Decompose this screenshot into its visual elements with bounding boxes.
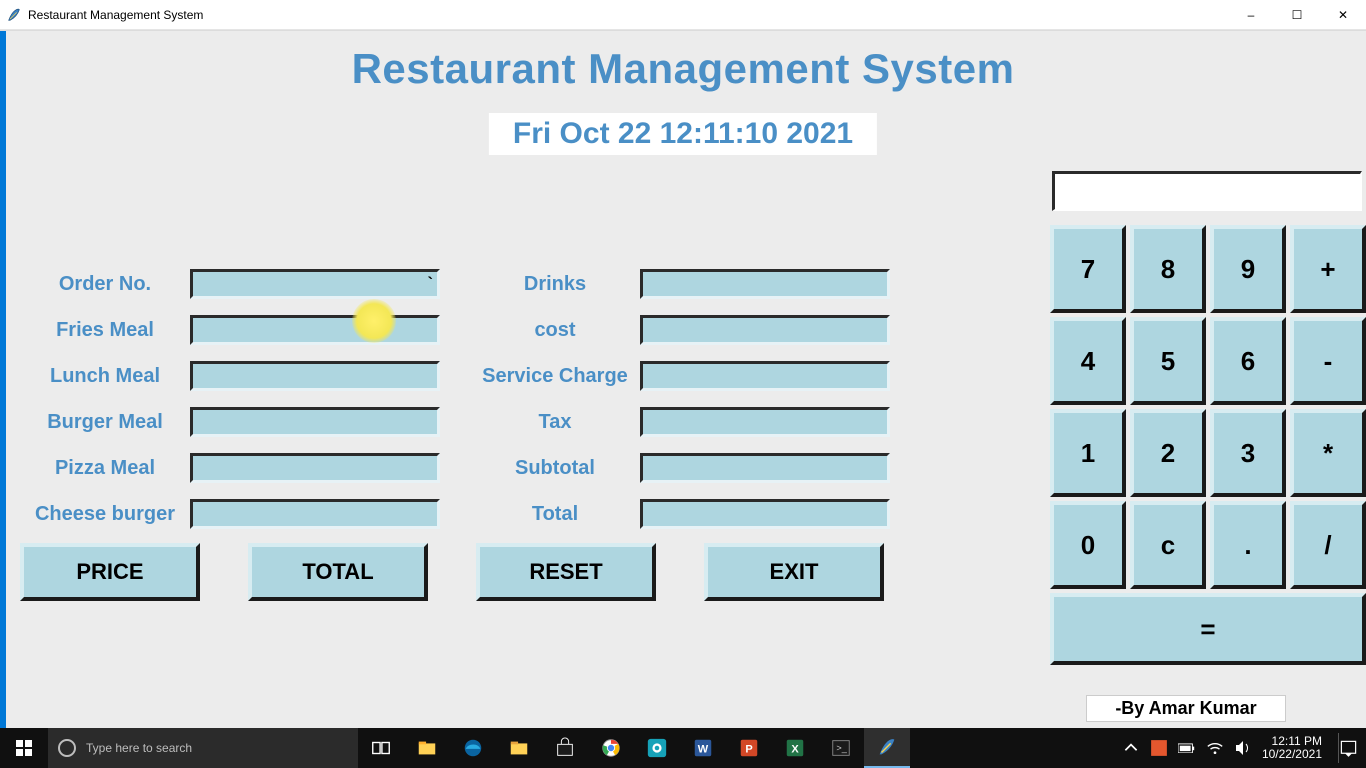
calc-button-5[interactable]: 5 (1130, 317, 1206, 405)
input-order-no[interactable] (193, 272, 437, 296)
exit-button[interactable]: EXIT (704, 543, 884, 601)
volume-icon[interactable] (1234, 739, 1252, 757)
datetime-text: Fri Oct 22 12:11:10 2021 (513, 117, 853, 151)
datetime-display: Fri Oct 22 12:11:10 2021 (489, 113, 877, 155)
word-icon[interactable]: W (680, 728, 726, 768)
label-subtotal: Subtotal (470, 457, 640, 480)
start-button[interactable] (0, 728, 48, 768)
taskbar-clock[interactable]: 12:11 PM 10/22/2021 (1262, 735, 1322, 761)
app-icon (6, 7, 22, 23)
input-subtotal[interactable] (643, 456, 887, 480)
input-service-charge[interactable] (643, 364, 887, 388)
input-drinks[interactable] (643, 272, 887, 296)
total-button[interactable]: TOTAL (248, 543, 428, 601)
reset-button[interactable]: RESET (476, 543, 656, 601)
svg-text:P: P (745, 744, 752, 756)
label-total: Total (470, 503, 640, 526)
left-accent-bar (0, 31, 6, 730)
calc-button-divide[interactable]: / (1290, 501, 1366, 589)
svg-text:X: X (791, 744, 799, 756)
wifi-icon[interactable] (1206, 739, 1224, 757)
battery-icon[interactable] (1178, 739, 1196, 757)
input-pizza-meal[interactable] (193, 456, 437, 480)
taskbar-pinned-apps: W P X >_ (358, 728, 910, 768)
task-view-icon[interactable] (358, 728, 404, 768)
input-burger-meal[interactable] (193, 410, 437, 434)
calc-button-plus[interactable]: + (1290, 225, 1366, 313)
window-minimize-button[interactable]: – (1228, 0, 1274, 30)
calc-button-dot[interactable]: . (1210, 501, 1286, 589)
page-title: Restaurant Management System (0, 45, 1366, 93)
input-cheese-burger[interactable] (193, 502, 437, 526)
window-titlebar: Restaurant Management System – ☐ ✕ (0, 0, 1366, 30)
calc-button-2[interactable]: 2 (1130, 409, 1206, 497)
powerpoint-icon[interactable]: P (726, 728, 772, 768)
chrome-icon[interactable] (588, 728, 634, 768)
window-close-button[interactable]: ✕ (1320, 0, 1366, 30)
tray-app-icon[interactable] (1150, 739, 1168, 757)
action-button-row: PRICE TOTAL RESET EXIT (20, 543, 884, 601)
app-client-area: Restaurant Management System Fri Oct 22 … (0, 30, 1366, 730)
calculator-display[interactable] (1055, 174, 1359, 208)
svg-text:>_: >_ (836, 743, 847, 753)
calc-button-multiply[interactable]: * (1290, 409, 1366, 497)
search-placeholder: Type here to search (86, 741, 192, 755)
calc-button-9[interactable]: 9 (1210, 225, 1286, 313)
calc-button-0[interactable]: 0 (1050, 501, 1126, 589)
window-title: Restaurant Management System (28, 8, 203, 22)
credit-label: -By Amar Kumar (1086, 695, 1286, 722)
action-center-icon[interactable] (1338, 733, 1358, 763)
tray-chevron-up-icon[interactable] (1122, 739, 1140, 757)
order-form: Order No. Drinks Fries Meal cost Lunch M… (20, 261, 920, 537)
windows-taskbar: Type here to search W P X >_ 12:11 PM 10… (0, 728, 1366, 768)
label-tax: Tax (470, 411, 640, 434)
input-tax[interactable] (643, 410, 887, 434)
label-service-charge: Service Charge (470, 365, 640, 388)
calculator-panel: 7 8 9 + 4 5 6 - 1 2 3 * 0 c . / = -By Am… (1046, 171, 1366, 722)
input-lunch-meal[interactable] (193, 364, 437, 388)
edge-browser-icon[interactable] (450, 728, 496, 768)
input-fries-meal[interactable] (193, 318, 437, 342)
label-cheese-burger: Cheese burger (20, 503, 190, 526)
price-button[interactable]: PRICE (20, 543, 200, 601)
window-maximize-button[interactable]: ☐ (1274, 0, 1320, 30)
label-cost: cost (470, 319, 640, 342)
label-order-no: Order No. (20, 273, 190, 296)
taskbar-search[interactable]: Type here to search (48, 728, 358, 768)
calc-button-minus[interactable]: - (1290, 317, 1366, 405)
file-explorer-icon[interactable] (404, 728, 450, 768)
excel-icon[interactable]: X (772, 728, 818, 768)
input-cost[interactable] (643, 318, 887, 342)
python-idle-icon[interactable] (864, 728, 910, 768)
folder-icon[interactable] (496, 728, 542, 768)
calc-button-equals[interactable]: = (1050, 593, 1366, 665)
calc-button-4[interactable]: 4 (1050, 317, 1126, 405)
system-tray: 12:11 PM 10/22/2021 (1122, 733, 1366, 763)
calc-button-1[interactable]: 1 (1050, 409, 1126, 497)
taskbar-date: 10/22/2021 (1262, 748, 1322, 761)
calc-button-3[interactable]: 3 (1210, 409, 1286, 497)
label-drinks: Drinks (470, 273, 640, 296)
terminal-icon[interactable]: >_ (818, 728, 864, 768)
label-fries-meal: Fries Meal (20, 319, 190, 342)
label-pizza-meal: Pizza Meal (20, 457, 190, 480)
calc-button-8[interactable]: 8 (1130, 225, 1206, 313)
calc-button-clear[interactable]: c (1130, 501, 1206, 589)
input-total[interactable] (643, 502, 887, 526)
cortana-icon (58, 739, 76, 757)
label-lunch-meal: Lunch Meal (20, 365, 190, 388)
calc-button-6[interactable]: 6 (1210, 317, 1286, 405)
camera-app-icon[interactable] (634, 728, 680, 768)
label-burger-meal: Burger Meal (20, 411, 190, 434)
svg-text:W: W (698, 744, 709, 756)
calc-button-7[interactable]: 7 (1050, 225, 1126, 313)
store-icon[interactable] (542, 728, 588, 768)
